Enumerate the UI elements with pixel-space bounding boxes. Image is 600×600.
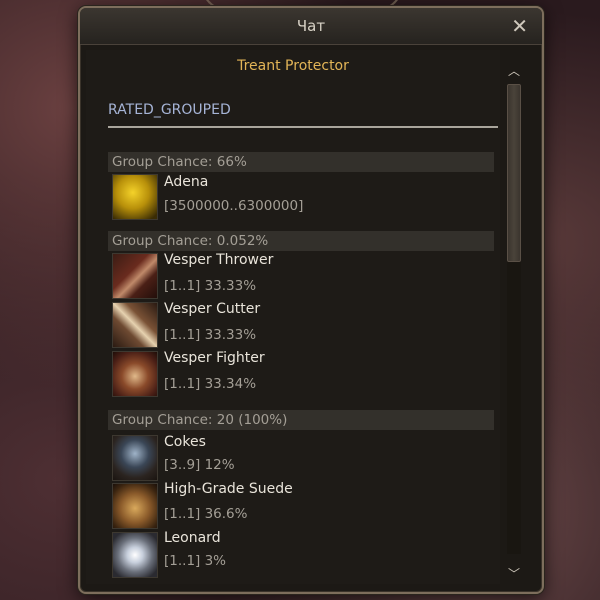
item-name: Vesper Thrower <box>164 252 274 268</box>
cokes-icon[interactable] <box>112 435 158 481</box>
item-detail: [1..1] 33.33% <box>164 278 257 294</box>
group-chance-header: Group Chance: 0.052% <box>108 231 494 251</box>
close-icon[interactable]: ✕ <box>511 14 528 38</box>
drop-type-label: RATED_GROUPED <box>108 102 231 118</box>
group-chance-header: Group Chance: 66% <box>108 152 494 172</box>
item-detail: [1..1] 3% <box>164 553 227 569</box>
scrollbar[interactable]: ︿ ﹀ <box>502 56 530 588</box>
title-bar[interactable]: Чат ✕ <box>80 8 542 45</box>
group-chance-header: Group Chance: 20 (100%) <box>108 410 494 430</box>
adena-icon[interactable] <box>112 174 158 220</box>
chat-window: Чат ✕ Treant Protector RATED_GROUPED Gro… <box>78 6 544 594</box>
scroll-track[interactable] <box>507 84 521 554</box>
item-name: Vesper Fighter <box>164 350 265 366</box>
scroll-down-icon[interactable]: ﹀ <box>508 565 520 582</box>
item-detail: [1..1] 36.6% <box>164 506 248 522</box>
drop-type-divider <box>108 126 498 128</box>
scroll-thumb[interactable] <box>507 84 521 262</box>
item-name: Cokes <box>164 434 206 450</box>
suede-icon[interactable] <box>112 483 158 529</box>
item-detail: [3500000..6300000] <box>164 198 304 214</box>
npc-name: Treant Protector <box>237 58 349 74</box>
item-detail: [1..1] 33.34% <box>164 376 257 392</box>
bow-icon[interactable] <box>112 253 158 299</box>
item-name: High-Grade Suede <box>164 481 293 497</box>
sword-icon[interactable] <box>112 302 158 348</box>
window-title: Чат <box>296 17 326 35</box>
item-name: Leonard <box>164 530 221 546</box>
item-detail: [3..9] 12% <box>164 457 235 473</box>
item-detail: [1..1] 33.33% <box>164 327 257 343</box>
item-name: Adena <box>164 174 209 190</box>
fist-icon[interactable] <box>112 351 158 397</box>
item-name: Vesper Cutter <box>164 301 261 317</box>
leonard-icon[interactable] <box>112 532 158 578</box>
scroll-up-icon[interactable]: ︿ <box>508 62 520 79</box>
drop-list-content: Treant Protector RATED_GROUPED Group Cha… <box>86 50 500 584</box>
